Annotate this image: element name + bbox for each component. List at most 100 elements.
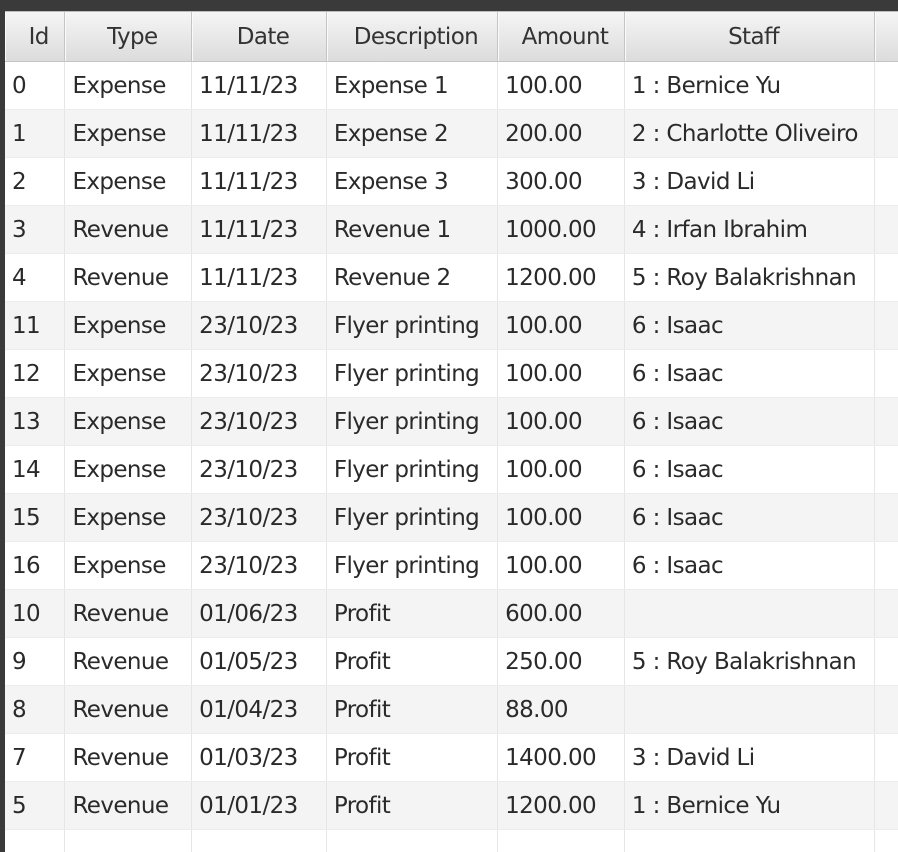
cell-filler — [875, 638, 898, 685]
cell-date: 01/04/23 — [192, 686, 327, 733]
cell-amount: 100.00 — [498, 446, 625, 493]
cell-staff: 6 : Isaac — [625, 398, 876, 445]
column-header-type[interactable]: Type — [65, 12, 193, 61]
cell-type: Expense — [65, 494, 193, 541]
cell-date: 11/11/23 — [192, 158, 327, 205]
table-row[interactable]: 13 Expense 23/10/23 Flyer printing 100.00 6 :… — [5, 398, 898, 446]
cell-date — [192, 830, 327, 852]
cell-amount: 1200.00 — [498, 254, 625, 301]
table-row[interactable]: 9 Revenue 01/05/23 Profit 250.00 5 : Roy Bala… — [5, 638, 898, 686]
cell-amount: 100.00 — [498, 302, 625, 349]
cell-description: Revenue 2 — [327, 254, 499, 301]
cell-filler — [875, 350, 898, 397]
column-header-date[interactable]: Date — [192, 12, 327, 61]
cell-filler — [875, 302, 898, 349]
table-row[interactable] — [5, 830, 898, 852]
cell-date: 23/10/23 — [192, 494, 327, 541]
cell-id: 4 — [5, 254, 66, 301]
column-header-staff[interactable]: Staff — [624, 12, 876, 61]
cell-id: 16 — [5, 542, 66, 589]
cell-type: Expense — [65, 398, 193, 445]
column-header-id[interactable]: Id — [5, 12, 66, 61]
table-row[interactable]: 2 Expense 11/11/23 Expense 3 300.00 3 : David… — [5, 158, 898, 206]
cell-filler — [875, 254, 898, 301]
cell-amount: 1200.00 — [498, 782, 625, 829]
cell-staff — [625, 590, 876, 637]
cell-description: Flyer printing — [327, 302, 499, 349]
cell-date: 01/06/23 — [192, 590, 327, 637]
cell-date: 11/11/23 — [192, 110, 327, 157]
cell-description: Profit — [327, 734, 499, 781]
cell-staff: 3 : David Li — [625, 734, 876, 781]
cell-amount: 88.00 — [498, 686, 625, 733]
cell-type: Expense — [65, 110, 193, 157]
table-row[interactable]: 5 Revenue 01/01/23 Profit 1200.00 1 : Bernice… — [5, 782, 898, 830]
cell-id: 10 — [5, 590, 66, 637]
cell-description: Flyer printing — [327, 350, 499, 397]
cell-filler — [875, 542, 898, 589]
cell-type: Revenue — [65, 206, 193, 253]
column-header-description[interactable]: Description — [326, 12, 499, 61]
column-header-amount[interactable]: Amount — [498, 12, 625, 61]
transactions-table: Id Type Date Description Amount Staff 0 Expens… — [5, 11, 898, 852]
table-header: Id Type Date Description Amount Staff — [5, 12, 898, 62]
table-row[interactable]: 0 Expense 11/11/23 Expense 1 100.00 1 : Berni… — [5, 62, 898, 110]
table-row[interactable]: 3 Revenue 11/11/23 Revenue 1 1000.00 4 : Irfa… — [5, 206, 898, 254]
table-row[interactable]: 7 Revenue 01/03/23 Profit 1400.00 3 : David L… — [5, 734, 898, 782]
table-row[interactable]: 8 Revenue 01/04/23 Profit 88.00 — [5, 686, 898, 734]
cell-id: 14 — [5, 446, 66, 493]
table-row[interactable]: 14 Expense 23/10/23 Flyer printing 100.00 6 :… — [5, 446, 898, 494]
cell-description: Expense 2 — [327, 110, 499, 157]
cell-id: 13 — [5, 398, 66, 445]
cell-type: Revenue — [65, 686, 193, 733]
cell-type: Revenue — [65, 590, 193, 637]
cell-filler — [875, 830, 898, 852]
cell-type: Revenue — [65, 782, 193, 829]
cell-description: Revenue 1 — [327, 206, 499, 253]
cell-date: 23/10/23 — [192, 446, 327, 493]
cell-description: Flyer printing — [327, 542, 499, 589]
cell-amount: 600.00 — [498, 590, 625, 637]
cell-date: 11/11/23 — [192, 62, 327, 109]
table-row[interactable]: 11 Expense 23/10/23 Flyer printing 100.00 6 :… — [5, 302, 898, 350]
cell-filler — [875, 686, 898, 733]
cell-type: Revenue — [65, 638, 193, 685]
cell-staff: 2 : Charlotte Oliveiro — [625, 110, 876, 157]
table-row[interactable]: 15 Expense 23/10/23 Flyer printing 100.00 6 :… — [5, 494, 898, 542]
cell-amount: 100.00 — [498, 350, 625, 397]
table-row[interactable]: 10 Revenue 01/06/23 Profit 600.00 — [5, 590, 898, 638]
cell-filler — [875, 734, 898, 781]
cell-amount: 100.00 — [498, 494, 625, 541]
cell-filler — [875, 110, 898, 157]
cell-type: Revenue — [65, 734, 193, 781]
table-row[interactable]: 1 Expense 11/11/23 Expense 2 200.00 2 : Charl… — [5, 110, 898, 158]
cell-description: Profit — [327, 590, 499, 637]
cell-date: 01/03/23 — [192, 734, 327, 781]
cell-date: 23/10/23 — [192, 302, 327, 349]
cell-filler — [875, 158, 898, 205]
cell-type: Expense — [65, 158, 193, 205]
cell-date: 23/10/23 — [192, 350, 327, 397]
cell-filler — [875, 782, 898, 829]
column-header-filler — [875, 12, 898, 61]
cell-staff: 6 : Isaac — [625, 542, 876, 589]
cell-description: Flyer printing — [327, 494, 499, 541]
cell-type: Expense — [65, 62, 193, 109]
cell-type: Revenue — [65, 254, 193, 301]
table-row[interactable]: 4 Revenue 11/11/23 Revenue 2 1200.00 5 : Roy … — [5, 254, 898, 302]
cell-description — [327, 830, 499, 852]
table-row[interactable]: 12 Expense 23/10/23 Flyer printing 100.00 6 :… — [5, 350, 898, 398]
cell-amount: 300.00 — [498, 158, 625, 205]
cell-id: 7 — [5, 734, 66, 781]
cell-date: 11/11/23 — [192, 206, 327, 253]
cell-filler — [875, 494, 898, 541]
cell-description: Flyer printing — [327, 446, 499, 493]
table-row[interactable]: 16 Expense 23/10/23 Flyer printing 100.00 6 :… — [5, 542, 898, 590]
cell-filler — [875, 206, 898, 253]
cell-type: Expense — [65, 302, 193, 349]
cell-description: Profit — [327, 782, 499, 829]
cell-amount: 100.00 — [498, 398, 625, 445]
cell-filler — [875, 62, 898, 109]
cell-staff: 6 : Isaac — [625, 446, 876, 493]
cell-date: 11/11/23 — [192, 254, 327, 301]
